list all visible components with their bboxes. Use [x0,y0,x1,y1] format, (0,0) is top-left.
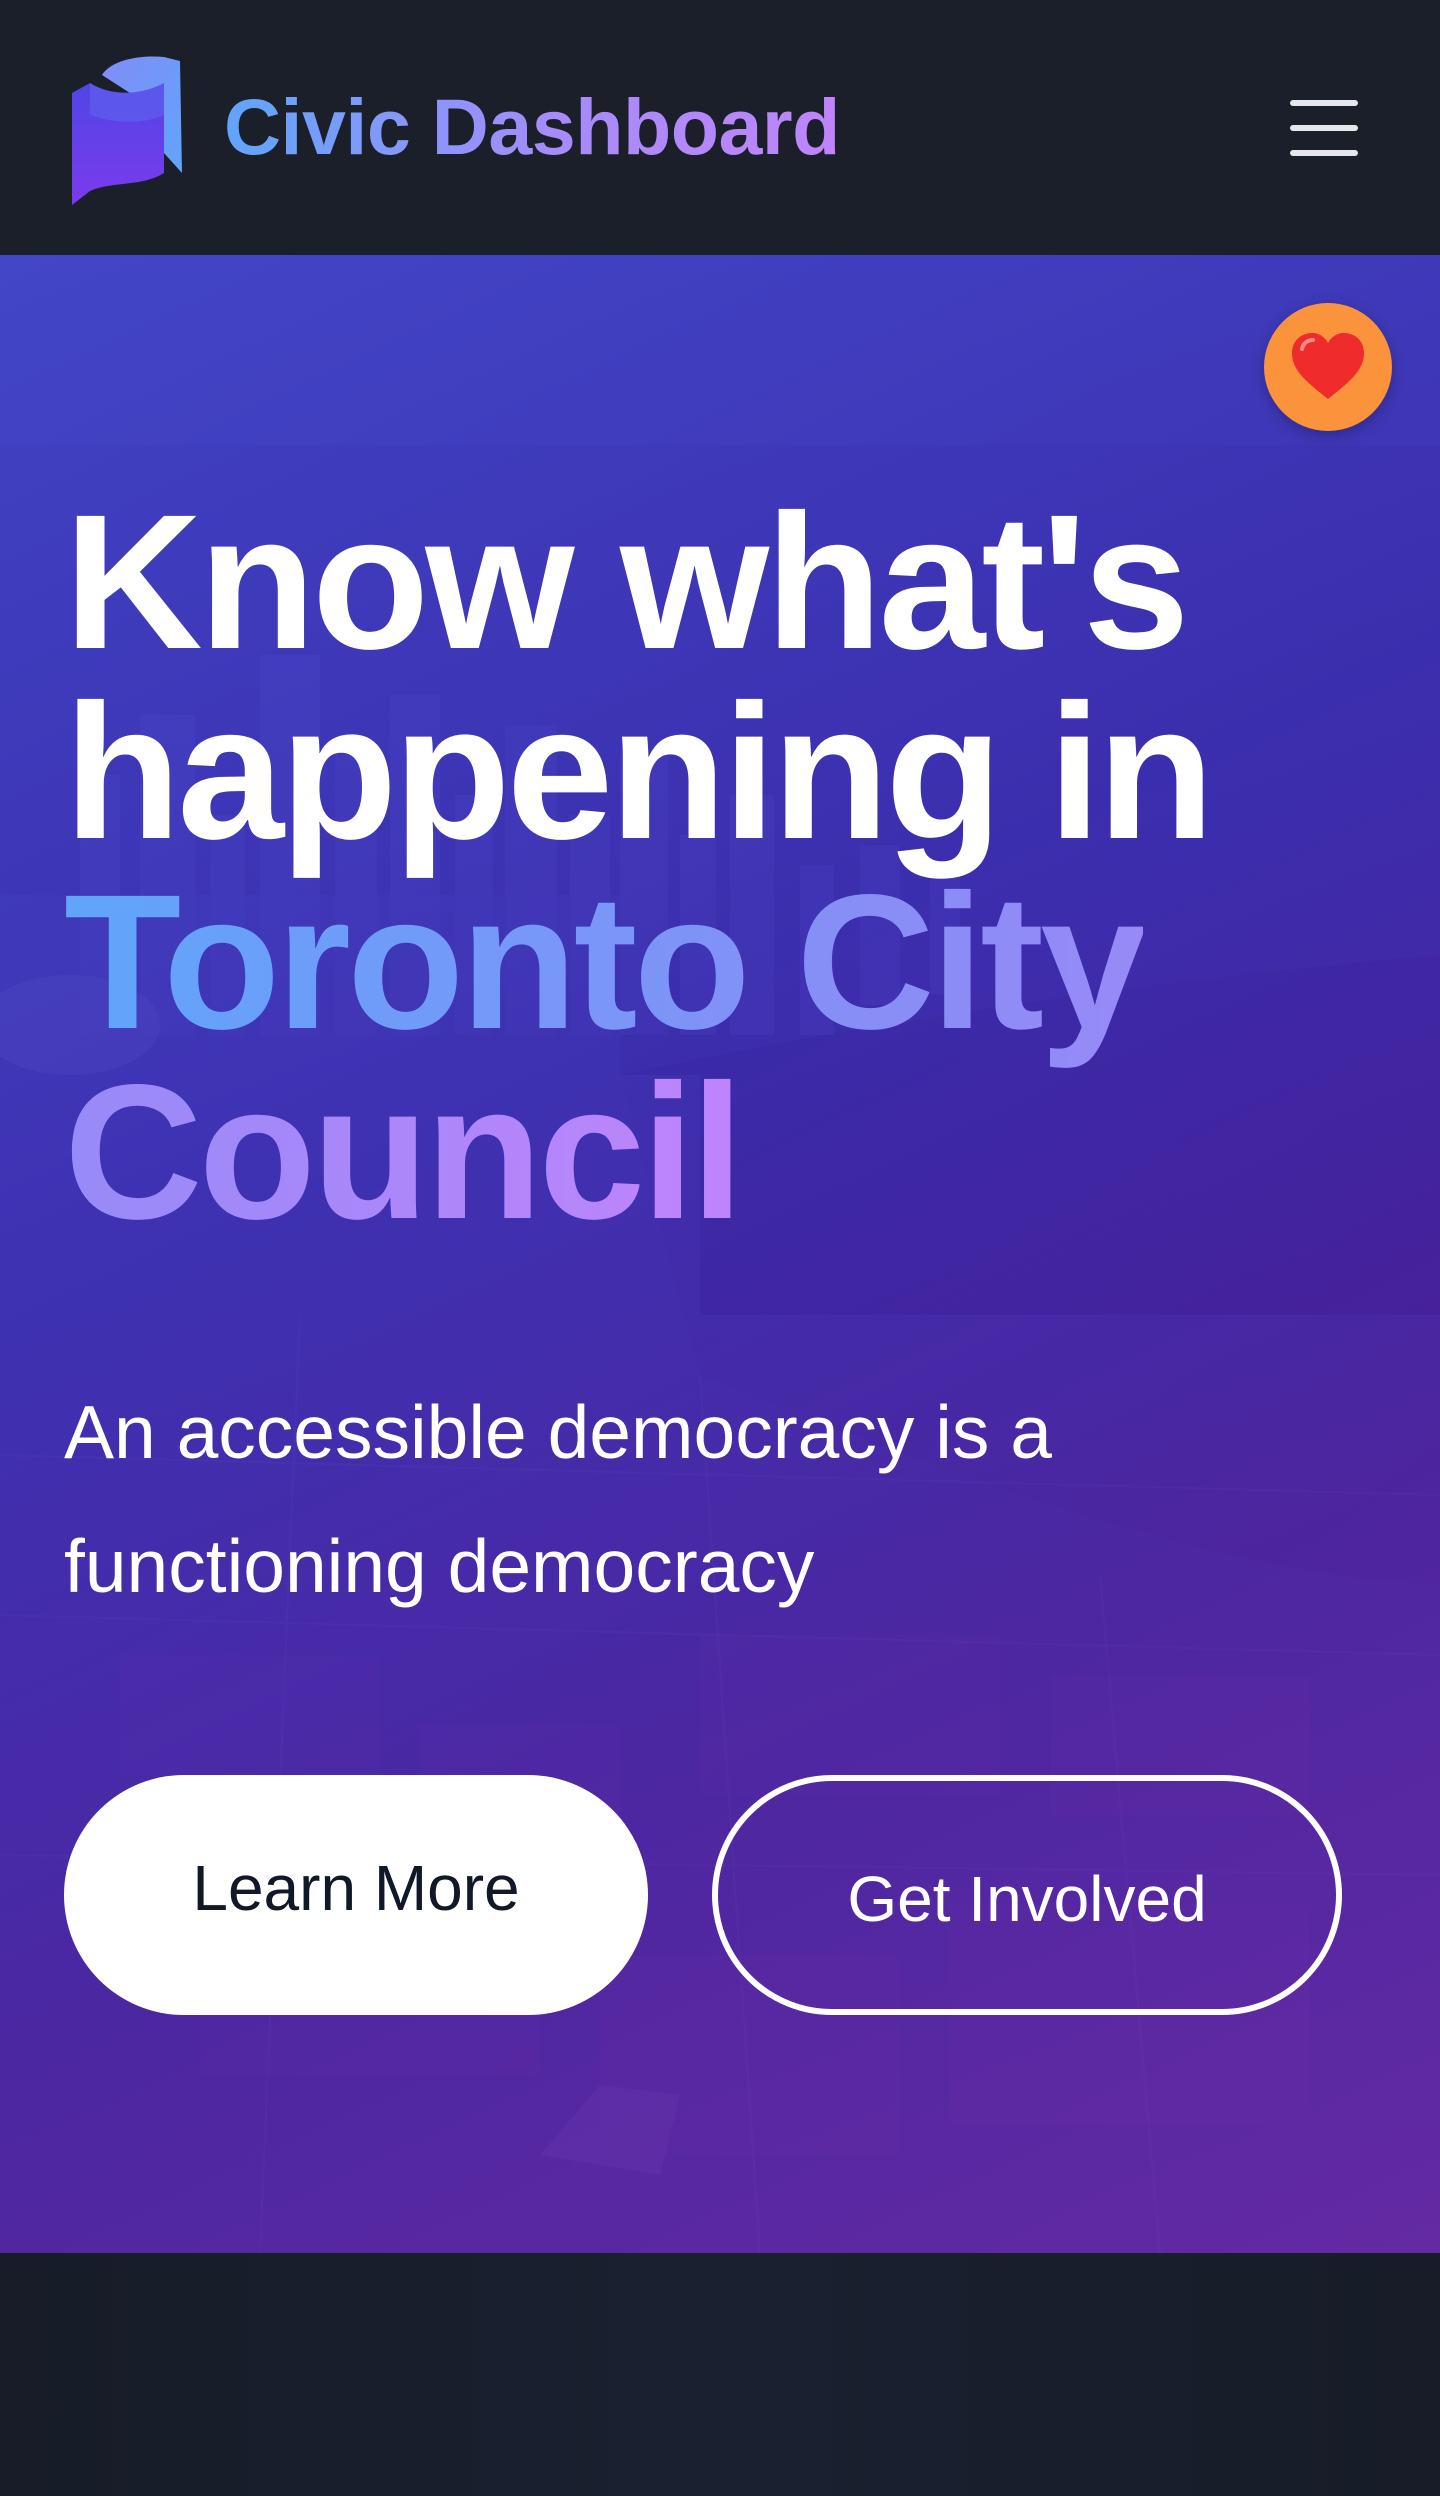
learn-more-button[interactable]: Learn More [64,1775,648,2015]
hero-headline: Know what's happening in Toronto City Co… [64,486,1404,1248]
hero-section: Know what's happening in Toronto City Co… [0,255,1440,2253]
logo-icon[interactable] [72,55,184,205]
headline-highlight: Toronto City Council [64,854,1147,1259]
brand-name[interactable]: Civic Dashboard [224,82,840,172]
get-involved-button[interactable]: Get Involved [712,1775,1342,2015]
hamburger-menu-icon[interactable] [1284,96,1360,160]
headline-line-2: happening in [64,664,1215,879]
hero-content: Know what's happening in Toronto City Co… [0,255,1440,2253]
hero-tagline: An accessible democracy is a functioning… [64,1390,1052,1608]
favorite-button[interactable] [1264,303,1392,431]
site-header: Civic Dashboard [0,0,1440,255]
lower-section [0,2253,1440,2496]
heart-icon [1292,333,1364,399]
headline-line-1: Know what's [64,474,1190,689]
